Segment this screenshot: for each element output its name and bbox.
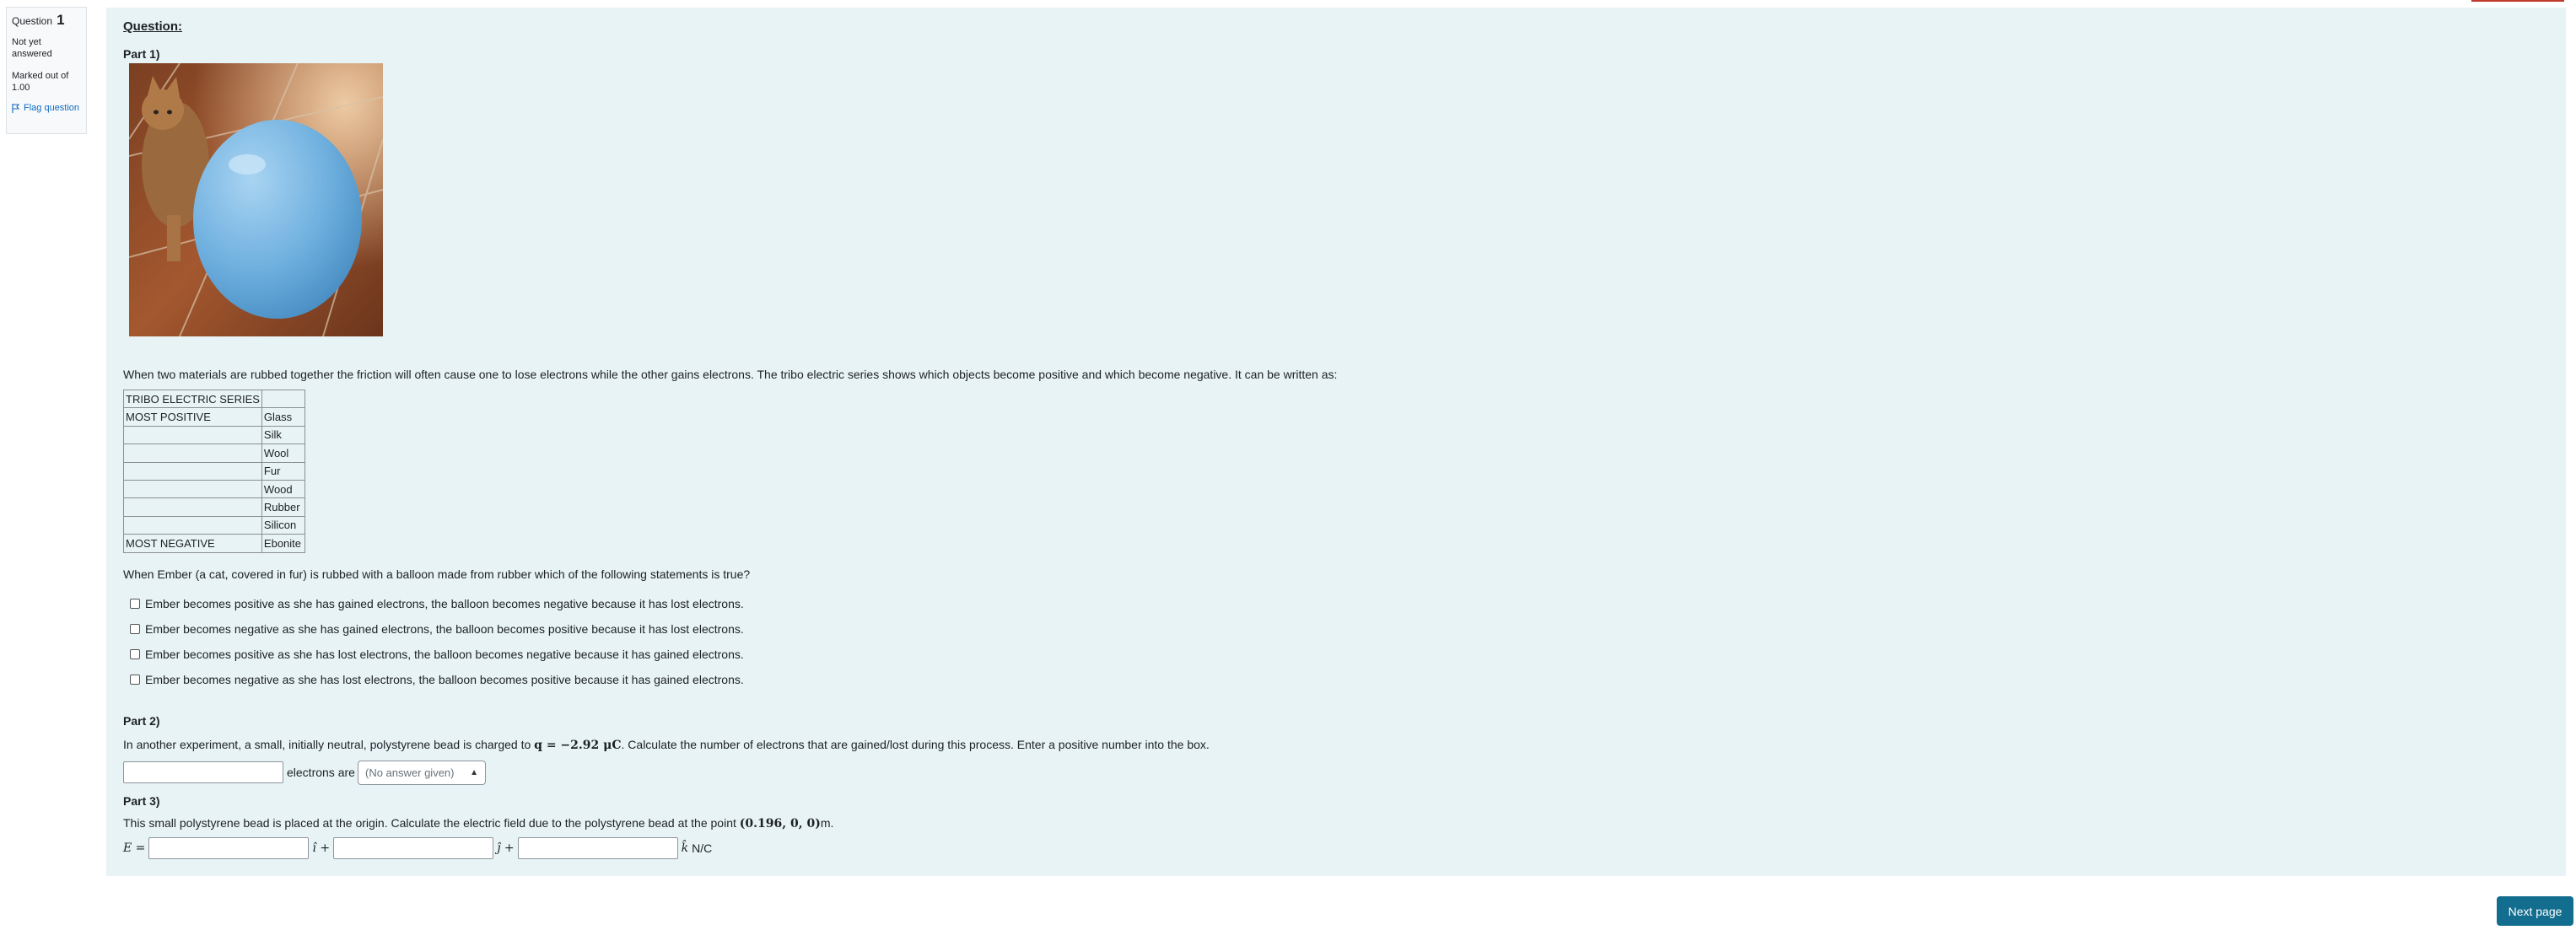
option-checkbox[interactable] <box>130 675 140 685</box>
option-label: Ember becomes positive as she has lost e… <box>145 648 744 661</box>
select-value: (No answer given) <box>365 766 455 779</box>
table-row: TRIBO ELECTRIC SERIES <box>123 389 305 409</box>
part2-text: In another experiment, a small, initiall… <box>123 738 1210 752</box>
question-grade: Marked out of 1.00 <box>12 71 69 93</box>
cat-balloon-image <box>129 63 383 336</box>
question-state: Not yet answered <box>12 37 52 59</box>
select-arrow-icon: ▲︎ <box>470 768 478 777</box>
e-x-input[interactable] <box>148 837 310 859</box>
electron-count-input[interactable] <box>123 761 283 783</box>
option-checkbox[interactable] <box>130 624 140 634</box>
gained-lost-select[interactable]: (No answer given) ▲︎ <box>358 761 486 785</box>
option-label: Ember becomes positive as she has gained… <box>145 597 744 610</box>
question-number: Question 1 <box>12 12 65 28</box>
option-checkbox[interactable] <box>130 649 140 659</box>
table-row: Fur <box>123 461 305 481</box>
i-hat-label: î + <box>312 841 331 855</box>
question-info-panel: Question 1 Not yet answered Marked out o… <box>6 7 87 134</box>
option-label: Ember becomes negative as she has lost e… <box>145 673 744 686</box>
j-hat-label: ĵ + <box>497 841 515 855</box>
part1-intro: When two materials are rubbed together t… <box>123 368 1338 381</box>
tribo-electric-table: TRIBO ELECTRIC SERIES MOST POSITIVE Glass… <box>123 389 305 553</box>
table-row: MOST NEGATIVE Ebonite <box>123 534 305 553</box>
k-hat-label: k̂ <box>681 841 689 855</box>
answer-options: Ember becomes positive as she has gained… <box>130 591 744 692</box>
answer-option[interactable]: Ember becomes negative as she has gained… <box>130 616 744 642</box>
table-row: MOST POSITIVE Glass <box>123 407 305 427</box>
electrons-are-label: electrons are <box>287 766 355 779</box>
part3-text: This small polystyrene bead is placed at… <box>123 816 834 831</box>
part1-label: Part 1) <box>123 47 160 61</box>
answer-option[interactable]: Ember becomes negative as she has lost e… <box>130 667 744 692</box>
table-row: Silk <box>123 425 305 445</box>
answer-option[interactable]: Ember becomes positive as she has lost e… <box>130 642 744 667</box>
point-expression: (0.196, 0, 0) <box>739 817 821 831</box>
e-y-input[interactable] <box>333 837 494 859</box>
unit-label: N/C <box>692 841 713 855</box>
part3-label: Part 3) <box>123 794 160 808</box>
top-accent-bar <box>2471 0 2564 2</box>
electric-field-row: E = î + ĵ + k̂ N/C <box>123 837 712 859</box>
part1-prompt: When Ember (a cat, covered in fur) is ru… <box>123 567 751 581</box>
answer-option[interactable]: Ember becomes positive as she has gained… <box>130 591 744 616</box>
option-label: Ember becomes negative as she has gained… <box>145 622 744 636</box>
table-row: Wood <box>123 479 305 499</box>
question-heading: Question: <box>123 19 182 34</box>
part2-label: Part 2) <box>123 714 160 728</box>
flag-icon <box>12 102 20 116</box>
e-z-input[interactable] <box>517 837 678 859</box>
option-checkbox[interactable] <box>130 599 140 609</box>
table-row: Wool <box>123 443 305 463</box>
flag-question-link[interactable]: Flag question <box>12 102 81 116</box>
question-content: Question: Part 1) When two materials are… <box>106 8 2566 876</box>
charge-expression: q = −2.92 μC <box>534 739 622 752</box>
table-row: Rubber <box>123 497 305 517</box>
e-label: E = <box>123 841 146 855</box>
next-page-button[interactable]: Next page <box>2497 896 2573 926</box>
flag-label: Flag question <box>24 103 80 113</box>
table-row: Silicon <box>123 515 305 535</box>
